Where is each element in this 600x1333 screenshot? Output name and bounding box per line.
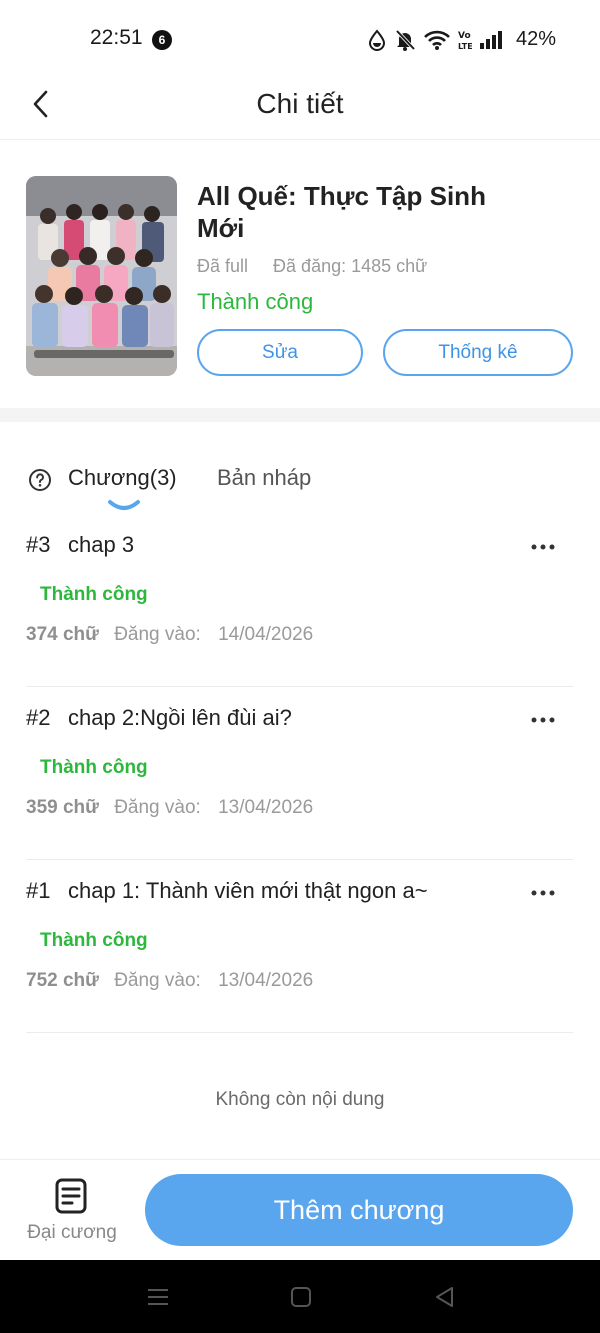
book-cover-image[interactable] <box>26 176 177 376</box>
chapter-status: Thành công <box>40 930 148 951</box>
chapter-item[interactable]: #3 chap 3 Thành công 374 chữ Đăng vào: 1… <box>26 514 573 687</box>
water-drop-icon <box>368 28 385 51</box>
more-dots-icon <box>531 717 555 723</box>
svg-text:LTE: LTE <box>458 42 472 51</box>
chapter-date: 14/04/2026 <box>218 624 314 645</box>
chapter-meta: 752 chữ Đăng vào: 13/04/2026 <box>26 970 313 992</box>
recent-apps-icon[interactable] <box>145 1284 171 1310</box>
chapter-status: Thành công <box>40 584 148 605</box>
chapter-title: chap 1: Thành viên mới thật ngon a~ <box>68 878 428 903</box>
chapter-item[interactable]: #1 chap 1: Thành viên mới thật ngon a~ T… <box>26 860 573 1033</box>
svg-text:Vo: Vo <box>458 31 471 41</box>
app-header: Chi tiết <box>0 70 600 140</box>
signal-icon <box>479 30 502 49</box>
tab-chapters[interactable]: Chương(3) <box>68 465 177 491</box>
chapter-word-count: 359 chữ <box>26 797 99 818</box>
notification-count-badge: 6 <box>152 30 172 50</box>
document-icon <box>55 1178 87 1214</box>
chapter-number: #1 <box>26 878 51 903</box>
edit-button[interactable]: Sửa <box>197 329 363 376</box>
status-time: 22:51 <box>90 26 143 49</box>
book-publish-status: Thành công <box>197 289 314 314</box>
end-of-list-text: Không còn nội dung <box>215 1089 385 1110</box>
page-title: Chi tiết <box>256 88 344 119</box>
chapter-date-label: Đăng vào: <box>114 797 201 818</box>
outline-button[interactable]: Đại cương <box>22 1178 122 1248</box>
tab-drafts[interactable]: Bản nháp <box>217 465 311 491</box>
volte-icon: Vo LTE <box>458 31 472 51</box>
published-word-count: Đã đăng: 1485 chữ <box>273 256 428 276</box>
bottom-action-bar: Đại cương Thêm chương <box>0 1159 600 1260</box>
help-icon[interactable] <box>28 468 52 492</box>
chapter-number: #2 <box>26 705 51 730</box>
bell-off-icon <box>395 29 416 51</box>
chapter-meta: 374 chữ Đăng vào: 14/04/2026 <box>26 624 313 646</box>
more-options-button[interactable] <box>523 705 563 735</box>
outline-label: Đại cương <box>27 1222 117 1243</box>
active-tab-indicator <box>108 500 140 510</box>
more-dots-icon <box>531 544 555 550</box>
chapter-number: #3 <box>26 532 51 557</box>
more-options-button[interactable] <box>523 878 563 908</box>
book-meta: Đã full Đã đăng: 1485 chữ <box>197 256 427 277</box>
add-chapter-button[interactable]: Thêm chương <box>145 1174 573 1246</box>
more-options-button[interactable] <box>523 532 563 562</box>
chapter-date-label: Đăng vào: <box>114 970 201 991</box>
chapter-date: 13/04/2026 <box>218 970 314 991</box>
chapter-date: 13/04/2026 <box>218 797 314 818</box>
battery-level: 42% <box>515 28 556 50</box>
status-icons: Vo LTE 42% <box>368 28 556 51</box>
chapter-status: Thành công <box>40 757 148 778</box>
status-bar: 22:51 6 Vo LTE 42% <box>0 0 600 80</box>
chapter-title: chap 3 <box>68 532 135 557</box>
chapter-title: chap 2:Ngồi lên đùi ai? <box>68 705 292 730</box>
home-icon[interactable] <box>288 1284 314 1310</box>
chapter-word-count: 374 chữ <box>26 624 99 645</box>
wifi-icon <box>424 30 450 50</box>
system-navigation-bar <box>0 1260 600 1333</box>
more-dots-icon <box>531 890 555 896</box>
statistics-button[interactable]: Thống kê <box>383 329 573 376</box>
completion-status: Đã full <box>197 256 249 276</box>
chapter-item[interactable]: #2 chap 2:Ngồi lên đùi ai? Thành công 35… <box>26 687 573 860</box>
chapter-date-label: Đăng vào: <box>114 624 201 645</box>
section-divider <box>0 408 600 422</box>
book-title: All Quế: Thực Tập Sinh Mới <box>197 181 486 243</box>
back-nav-icon[interactable] <box>432 1284 458 1310</box>
chapter-meta: 359 chữ Đăng vào: 13/04/2026 <box>26 797 313 819</box>
chapter-word-count: 752 chữ <box>26 970 99 991</box>
